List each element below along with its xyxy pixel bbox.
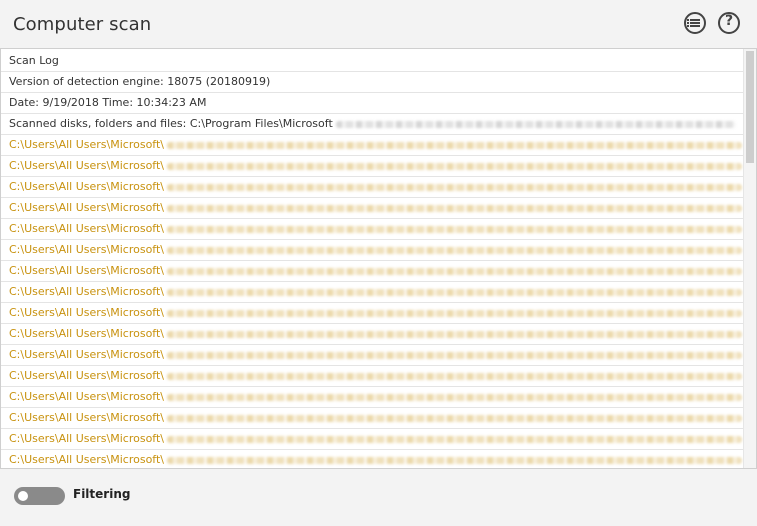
log-row-scanned-targets: Scanned disks, folders and files: C:\Pro…: [1, 114, 744, 135]
threat-path: C:\Users\All Users\Microsoft\: [9, 180, 165, 193]
threat-path: C:\Users\All Users\Microsoft\: [9, 411, 165, 424]
page-title: Computer scan: [13, 14, 152, 35]
redacted-text: [335, 120, 736, 128]
redacted-text: [167, 183, 743, 191]
threat-row[interactable]: C:\Users\All Users\Microsoft\: [1, 303, 744, 324]
toggle-knob: [18, 491, 28, 501]
header: Computer scan: [0, 0, 757, 48]
threat-path: C:\Users\All Users\Microsoft\: [9, 453, 165, 466]
scan-log-panel: Scan Log Version of detection engine: 18…: [0, 48, 757, 469]
vertical-scrollbar[interactable]: [743, 49, 756, 468]
scan-log-rows: Scan Log Version of detection engine: 18…: [1, 51, 744, 468]
threat-path: C:\Users\All Users\Microsoft\: [9, 327, 165, 340]
threat-path: C:\Users\All Users\Microsoft\: [9, 222, 165, 235]
log-row-text: Date: 9/19/2018 Time: 10:34:23 AM: [9, 96, 207, 109]
redacted-text: [167, 267, 743, 275]
redacted-text: [167, 162, 743, 170]
threat-row[interactable]: C:\Users\All Users\Microsoft\: [1, 366, 744, 387]
redacted-text: [167, 393, 743, 401]
redacted-text: [167, 456, 743, 464]
threat-row[interactable]: C:\Users\All Users\Microsoft\: [1, 408, 744, 429]
threat-row[interactable]: C:\Users\All Users\Microsoft\: [1, 261, 744, 282]
redacted-text: [167, 288, 743, 296]
list-view-button[interactable]: [684, 12, 706, 34]
help-icon[interactable]: [718, 12, 740, 34]
filtering-label: Filtering: [73, 487, 131, 501]
threat-row[interactable]: C:\Users\All Users\Microsoft\: [1, 177, 744, 198]
threat-row[interactable]: C:\Users\All Users\Microsoft\: [1, 282, 744, 303]
threat-path: C:\Users\All Users\Microsoft\: [9, 264, 165, 277]
log-row-text: Scan Log: [9, 54, 59, 67]
log-row-date: Date: 9/19/2018 Time: 10:34:23 AM: [1, 93, 744, 114]
threat-path: C:\Users\All Users\Microsoft\: [9, 201, 165, 214]
redacted-text: [167, 309, 743, 317]
list-icon: [687, 19, 700, 28]
threat-row[interactable]: C:\Users\All Users\Microsoft\: [1, 387, 744, 408]
redacted-text: [167, 435, 743, 443]
threat-path: C:\Users\All Users\Microsoft\: [9, 348, 165, 361]
footer: Filtering: [0, 469, 757, 526]
threat-path: C:\Users\All Users\Microsoft\: [9, 243, 165, 256]
redacted-text: [167, 414, 743, 422]
threat-path: C:\Users\All Users\Microsoft\: [9, 432, 165, 445]
threat-row[interactable]: C:\Users\All Users\Microsoft\: [1, 240, 744, 261]
threat-path: C:\Users\All Users\Microsoft\: [9, 138, 165, 151]
threat-path: C:\Users\All Users\Microsoft\: [9, 390, 165, 403]
threat-path: C:\Users\All Users\Microsoft\: [9, 159, 165, 172]
redacted-text: [167, 225, 743, 233]
redacted-text: [167, 372, 743, 380]
threat-row[interactable]: C:\Users\All Users\Microsoft\: [1, 135, 744, 156]
log-row-engine-version: Version of detection engine: 18075 (2018…: [1, 72, 744, 93]
redacted-text: [167, 204, 743, 212]
threat-path: C:\Users\All Users\Microsoft\: [9, 285, 165, 298]
threat-row[interactable]: C:\Users\All Users\Microsoft\: [1, 345, 744, 366]
redacted-text: [167, 141, 743, 149]
threat-row[interactable]: C:\Users\All Users\Microsoft\: [1, 429, 744, 450]
redacted-text: [167, 246, 743, 254]
scrollbar-thumb[interactable]: [746, 51, 754, 163]
redacted-text: [167, 351, 743, 359]
threat-path: C:\Users\All Users\Microsoft\: [9, 369, 165, 382]
redacted-text: [167, 330, 743, 338]
threat-row[interactable]: C:\Users\All Users\Microsoft\: [1, 450, 744, 468]
filtering-toggle[interactable]: [14, 487, 65, 505]
threat-path: C:\Users\All Users\Microsoft\: [9, 306, 165, 319]
log-row-text: Version of detection engine: 18075 (2018…: [9, 75, 271, 88]
log-row-text: Scanned disks, folders and files: C:\Pro…: [9, 117, 333, 130]
threat-row[interactable]: C:\Users\All Users\Microsoft\: [1, 219, 744, 240]
threat-row[interactable]: C:\Users\All Users\Microsoft\: [1, 324, 744, 345]
log-row-title: Scan Log: [1, 51, 744, 72]
threat-row[interactable]: C:\Users\All Users\Microsoft\: [1, 156, 744, 177]
threat-row[interactable]: C:\Users\All Users\Microsoft\: [1, 198, 744, 219]
